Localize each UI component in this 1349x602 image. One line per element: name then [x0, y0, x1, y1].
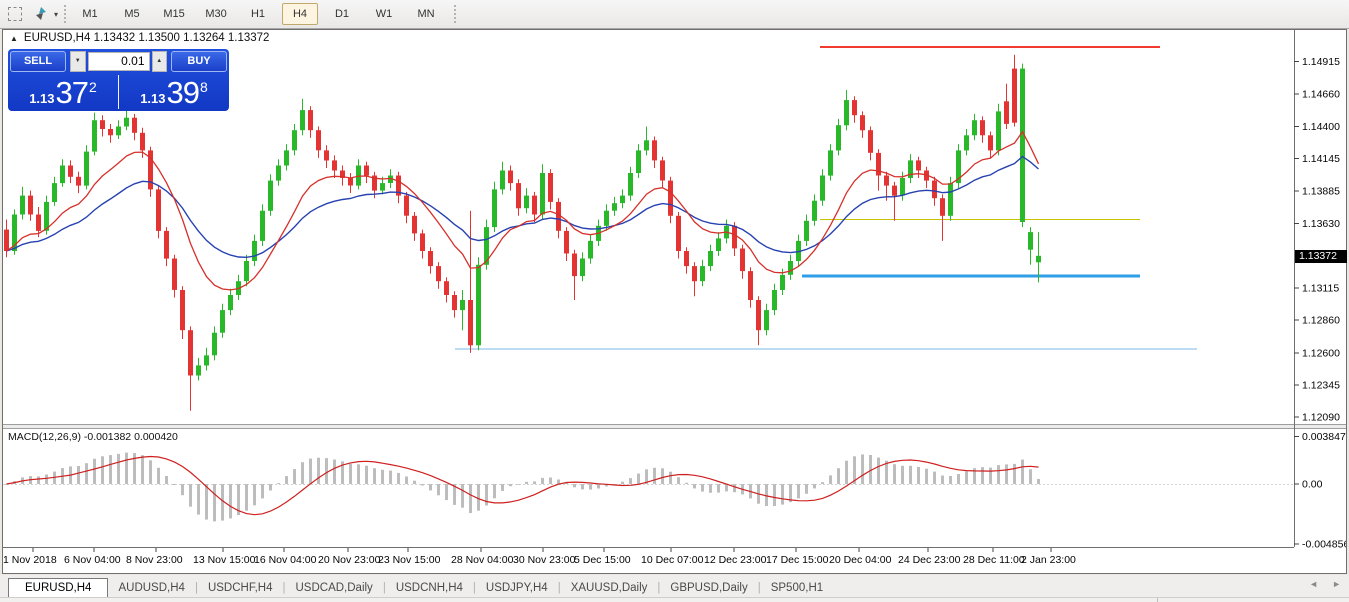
- ma-fast-line: [7, 132, 1039, 290]
- buy-price-prefix: 1.13: [140, 91, 165, 106]
- time-axis-label: 24 Dec 23:00: [898, 554, 961, 566]
- timeframe-button-m5[interactable]: M5: [114, 3, 150, 25]
- price-axis-label: 1.12600: [1302, 347, 1340, 359]
- timeframe-button-d1[interactable]: D1: [324, 3, 360, 25]
- ma-slow-line: [7, 157, 1039, 258]
- volume-increase-button[interactable]: ▲: [152, 51, 168, 72]
- time-axis-label: 28 Nov 04:00: [451, 554, 514, 566]
- chart-tab-gbpusd-daily[interactable]: GBPUSD,Daily: [660, 579, 757, 597]
- chart-tab-audusd-h4[interactable]: AUDUSD,H4: [108, 579, 194, 597]
- time-axis-label: 1 Nov 2018: [3, 554, 57, 566]
- price-axis-label: 1.14145: [1302, 153, 1340, 165]
- macd-layer: [3, 453, 1294, 522]
- timeframe-button-w1[interactable]: W1: [366, 3, 402, 25]
- time-axis-label: 16 Nov 04:00: [254, 554, 317, 566]
- time-axis-label: 17 Dec 15:00: [766, 554, 829, 566]
- sell-price-display[interactable]: 1.13 37 2: [8, 73, 118, 111]
- buy-button[interactable]: BUY: [171, 51, 227, 72]
- toolbar-separator: [64, 5, 66, 23]
- macd-signal-line: [7, 457, 1039, 515]
- current-price-tag: 1.13372: [1295, 250, 1347, 263]
- time-axis-label: 5 Dec 15:00: [574, 554, 631, 566]
- time-axis-label: 20 Nov 23:00: [318, 554, 381, 566]
- macd-axis-label: -0.004856: [1302, 539, 1346, 551]
- sell-price-point: 2: [89, 79, 97, 95]
- chart-tab-usdcad-daily[interactable]: USDCAD,Daily: [285, 579, 382, 597]
- timeframe-button-mn[interactable]: MN: [408, 3, 444, 25]
- one-click-price-row: 1.13 37 2 1.13 39 8: [8, 73, 229, 111]
- chart-tab-bar: EURUSD,H4AUDUSD,H4|USDCHF,H4|USDCAD,Dail…: [0, 575, 1349, 597]
- horizontal-levels-layer[interactable]: [455, 47, 1197, 349]
- moving-averages-layer: [7, 132, 1039, 290]
- volume-decrease-button[interactable]: ▼: [70, 51, 86, 72]
- volume-input[interactable]: [88, 52, 150, 71]
- macd-indicator-label: MACD(12,26,9) -0.001382 0.000420: [8, 431, 178, 443]
- one-click-controls-row: SELL ▼ ▲ BUY: [8, 49, 229, 72]
- timeframe-button-m15[interactable]: M15: [156, 3, 192, 25]
- chart-canvas[interactable]: 1.149151.146601.144001.141451.138851.136…: [3, 30, 1346, 573]
- timeframe-button-h4[interactable]: H4: [282, 3, 318, 25]
- time-axis-label: 12 Dec 23:00: [704, 554, 767, 566]
- status-strip-divider: [1157, 598, 1158, 602]
- buy-price-display[interactable]: 1.13 39 8: [119, 73, 229, 111]
- toolbar-separator: [454, 5, 456, 23]
- time-axis-label: 6 Nov 04:00: [64, 554, 121, 566]
- sell-price-prefix: 1.13: [29, 91, 54, 106]
- chart-tab-usdjpy-h4[interactable]: USDJPY,H4: [476, 579, 558, 597]
- timeframe-button-h1[interactable]: H1: [240, 3, 276, 25]
- price-axis-label: 1.14660: [1302, 88, 1340, 100]
- chart-title: EURUSD,H4 1.13432 1.13500 1.13264 1.1337…: [24, 32, 270, 44]
- mt4-application-window: ▾ M1 M5 M15 M30 H1 H4 D1 W1 MN 1.14915 1.14660 1.1…: [0, 0, 1349, 602]
- dropdown-caret-icon[interactable]: ▾: [54, 10, 58, 19]
- timeframe-button-group: M1 M5 M15 M30 H1 H4 D1 W1 MN: [72, 3, 444, 25]
- timeframe-button-m30[interactable]: M30: [198, 3, 234, 25]
- time-axis-label: 30 Nov 23:00: [513, 554, 576, 566]
- price-axis-label: 1.12090: [1302, 412, 1340, 424]
- time-axis-label: 20 Dec 04:00: [829, 554, 892, 566]
- status-strip: [0, 597, 1349, 602]
- time-axis-label: 10 Dec 07:00: [641, 554, 704, 566]
- select-rectangle-icon[interactable]: [4, 3, 26, 25]
- price-axis-label: 1.12860: [1302, 315, 1340, 327]
- dashed-box-glyph: [8, 7, 22, 21]
- chart-tab-usdchf-h4[interactable]: USDCHF,H4: [198, 579, 283, 597]
- macd-axis-label: 0.003847: [1302, 431, 1346, 443]
- price-axis-label: 1.14400: [1302, 121, 1340, 133]
- tab-scroll-left-icon[interactable]: ◄: [1309, 579, 1318, 589]
- buy-price-point: 8: [200, 79, 208, 95]
- time-axis-label: 13 Nov 15:00: [193, 554, 256, 566]
- buy-price-pips: 39: [167, 78, 199, 108]
- chart-title-row: ▲ EURUSD,H4 1.13432 1.13500 1.13264 1.13…: [10, 32, 269, 44]
- time-axis-label: 2 Jan 23:00: [1021, 554, 1076, 566]
- chart-tools-icon[interactable]: [30, 3, 52, 25]
- chart-tab-sp500-h1[interactable]: SP500,H1: [761, 579, 833, 597]
- chart-tab-eurusd-h4[interactable]: EURUSD,H4: [8, 578, 108, 597]
- tab-scroll-right-icon[interactable]: ►: [1332, 579, 1341, 589]
- chart-tools-glyph: [33, 6, 49, 22]
- time-axis-label: 23 Nov 15:00: [378, 554, 441, 566]
- sell-price-pips: 37: [56, 78, 88, 108]
- tab-scroll-controls: ◄ ►: [1309, 579, 1341, 589]
- macd-axis-label: 0.00: [1302, 479, 1323, 491]
- one-click-collapse-triangle[interactable]: ▲: [10, 34, 18, 43]
- chart-tab-usdcnh-h4[interactable]: USDCNH,H4: [386, 579, 473, 597]
- toolbar: ▾ M1 M5 M15 M30 H1 H4 D1 W1 MN: [0, 0, 1349, 29]
- price-axis-label: 1.13885: [1302, 186, 1340, 198]
- time-axis-label: 8 Nov 23:00: [126, 554, 183, 566]
- price-axis-label: 1.13115: [1302, 283, 1339, 295]
- price-axis-label: 1.14915: [1302, 56, 1340, 68]
- price-axis-label: 1.12345: [1302, 379, 1340, 391]
- one-click-trading-panel: SELL ▼ ▲ BUY 1.13 37 2 1.13 39 8: [8, 49, 229, 111]
- time-axis-label: 28 Dec 11:00: [963, 554, 1025, 566]
- price-axis-label: 1.13630: [1302, 218, 1340, 230]
- chart-tab-list: EURUSD,H4AUDUSD,H4|USDCHF,H4|USDCAD,Dail…: [0, 578, 833, 597]
- chart-tab-xauusd-daily[interactable]: XAUUSD,Daily: [561, 579, 658, 597]
- timeframe-button-m1[interactable]: M1: [72, 3, 108, 25]
- sell-button[interactable]: SELL: [10, 51, 66, 72]
